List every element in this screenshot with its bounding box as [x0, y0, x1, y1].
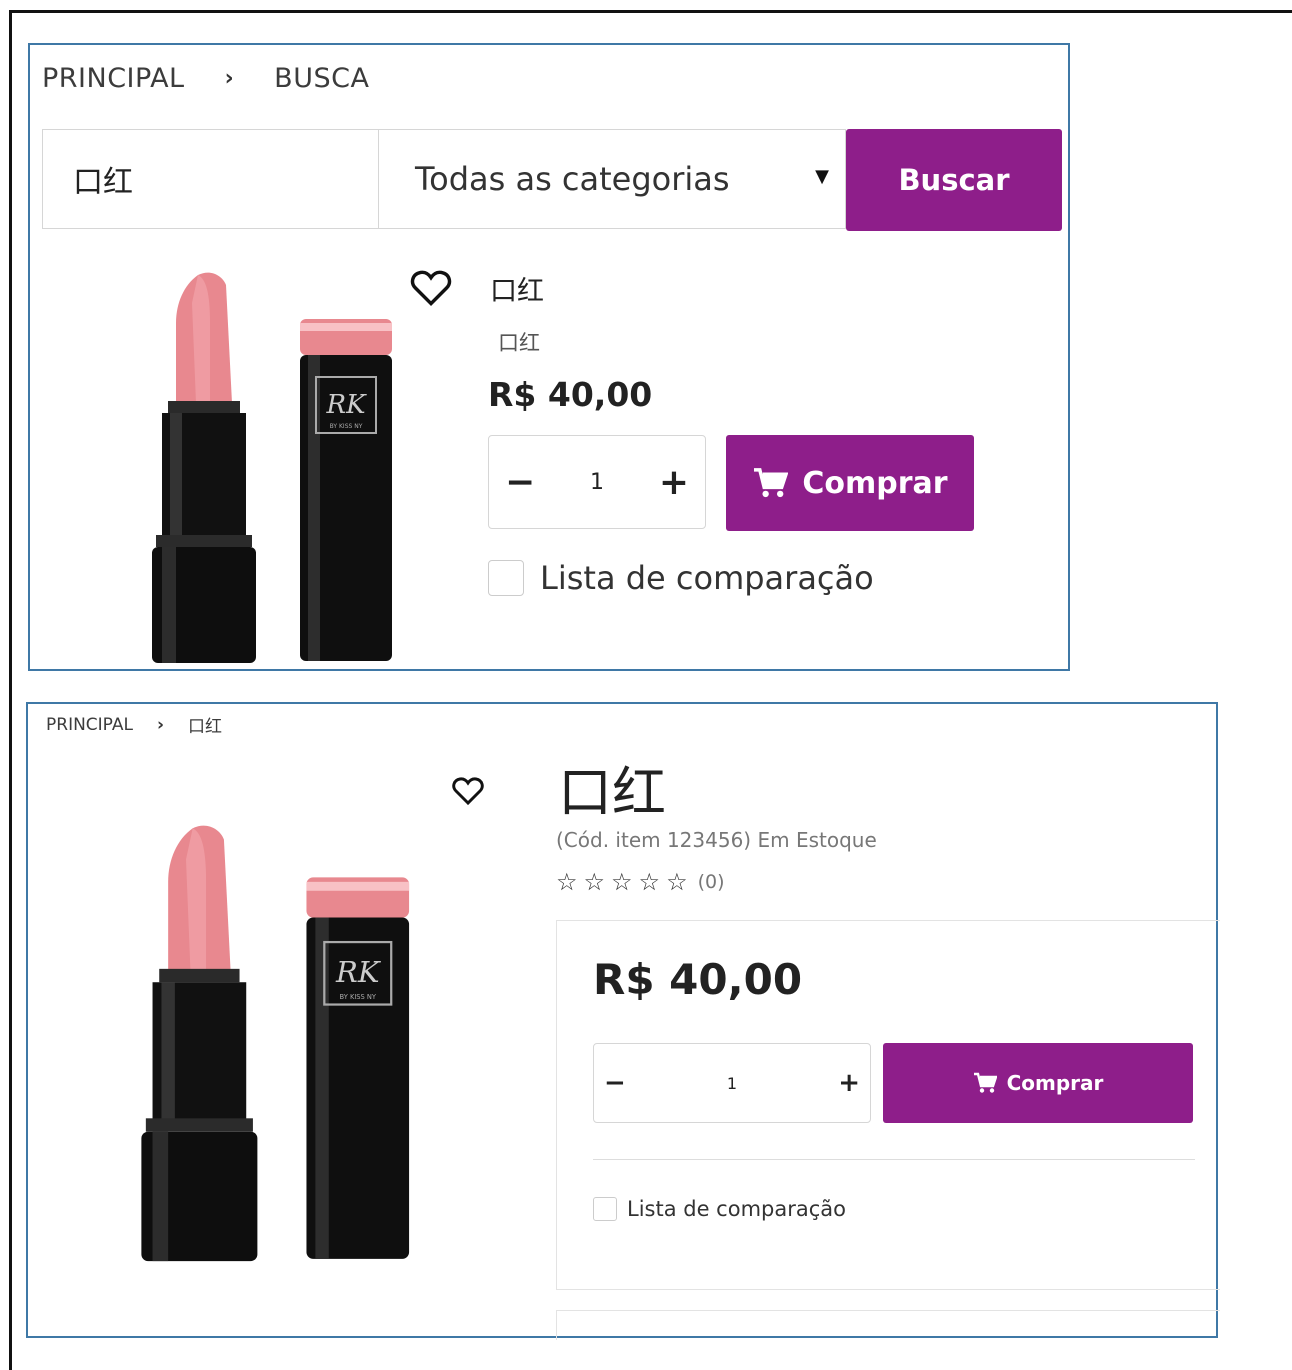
breadcrumb-separator-icon: › — [156, 714, 164, 735]
product-price: R$ 40,00 — [488, 375, 653, 414]
svg-text:BY KISS NY: BY KISS NY — [330, 423, 363, 430]
buy-button[interactable]: Comprar — [883, 1043, 1193, 1123]
category-select-value: Todas as categorias — [415, 160, 730, 198]
buy-button-label: Comprar — [802, 465, 948, 501]
decrement-button[interactable]: − — [505, 462, 535, 503]
quantity-input[interactable]: 1 — [590, 470, 604, 495]
breadcrumb-separator-icon: › — [224, 66, 235, 91]
compare-checkbox[interactable] — [488, 560, 524, 596]
star-icon[interactable]: ☆ — [611, 868, 633, 896]
star-icon[interactable]: ☆ — [666, 868, 688, 896]
breadcrumb: PRINCIPAL › 口红 — [46, 712, 222, 738]
next-section-box — [556, 1310, 1220, 1340]
category-select[interactable]: Todas as categorias ▼ — [378, 129, 846, 229]
star-icon[interactable]: ☆ — [556, 868, 578, 896]
svg-text:RK: RK — [326, 390, 368, 420]
buy-button-label: Comprar — [1006, 1071, 1104, 1095]
compare-label[interactable]: Lista de comparação — [627, 1197, 846, 1221]
product-price: R$ 40,00 — [593, 955, 803, 1004]
product-title: 口红 — [558, 761, 666, 824]
product-subtitle: 口红 — [498, 331, 540, 355]
breadcrumb-current: 口红 — [187, 717, 222, 737]
search-results-panel: PRINCIPAL › BUSCA 口红 Todas as categorias… — [28, 43, 1070, 671]
search-button[interactable]: Buscar — [846, 129, 1062, 231]
cart-icon — [973, 1072, 997, 1093]
compare-label[interactable]: Lista de comparação — [540, 559, 874, 597]
divider — [593, 1159, 1195, 1160]
breadcrumb-home-link[interactable]: PRINCIPAL — [46, 715, 133, 735]
product-detail-panel: PRINCIPAL › 口红 RK BY KISS NY 口红 (Cód. it… — [26, 702, 1220, 1340]
compare-option: Lista de comparação — [488, 559, 874, 597]
breadcrumb-current: BUSCA — [274, 63, 370, 94]
product-title[interactable]: 口红 — [490, 269, 544, 308]
cart-icon — [754, 468, 789, 498]
compare-option: Lista de comparação — [593, 1197, 846, 1221]
lipstick-product-image[interactable]: RK BY KISS NY — [128, 798, 418, 1278]
star-icon[interactable]: ☆ — [584, 868, 606, 896]
search-bar: 口红 Todas as categorias ▼ Buscar — [42, 129, 1062, 231]
buy-button[interactable]: Comprar — [726, 435, 974, 531]
caret-down-icon: ▼ — [815, 166, 829, 187]
svg-text:RK: RK — [335, 955, 382, 989]
compare-checkbox[interactable] — [593, 1197, 617, 1221]
rating-count: (0) — [697, 871, 725, 893]
breadcrumb: PRINCIPAL › BUSCA — [42, 63, 369, 94]
quantity-stepper: − 1 + — [593, 1043, 871, 1123]
decrement-button[interactable]: − — [604, 1068, 626, 1098]
search-input[interactable]: 口红 — [42, 129, 378, 229]
lipstick-product-image[interactable]: RK BY KISS NY — [140, 263, 400, 663]
star-icon[interactable]: ☆ — [639, 868, 661, 896]
purchase-box: R$ 40,00 − 1 + Comprar Lista de comparaç… — [556, 920, 1220, 1290]
breadcrumb-home-link[interactable]: PRINCIPAL — [42, 63, 185, 94]
product-code-stock: (Cód. item 123456) Em Estoque — [556, 828, 877, 852]
quantity-stepper: − 1 + — [488, 435, 706, 529]
heart-icon[interactable] — [452, 776, 484, 806]
rating[interactable]: ☆ ☆ ☆ ☆ ☆ (0) — [556, 868, 725, 896]
quantity-input[interactable]: 1 — [727, 1074, 737, 1093]
increment-button[interactable]: + — [838, 1068, 860, 1098]
heart-icon[interactable] — [410, 269, 452, 307]
increment-button[interactable]: + — [659, 462, 689, 503]
svg-text:BY KISS NY: BY KISS NY — [340, 993, 377, 1001]
